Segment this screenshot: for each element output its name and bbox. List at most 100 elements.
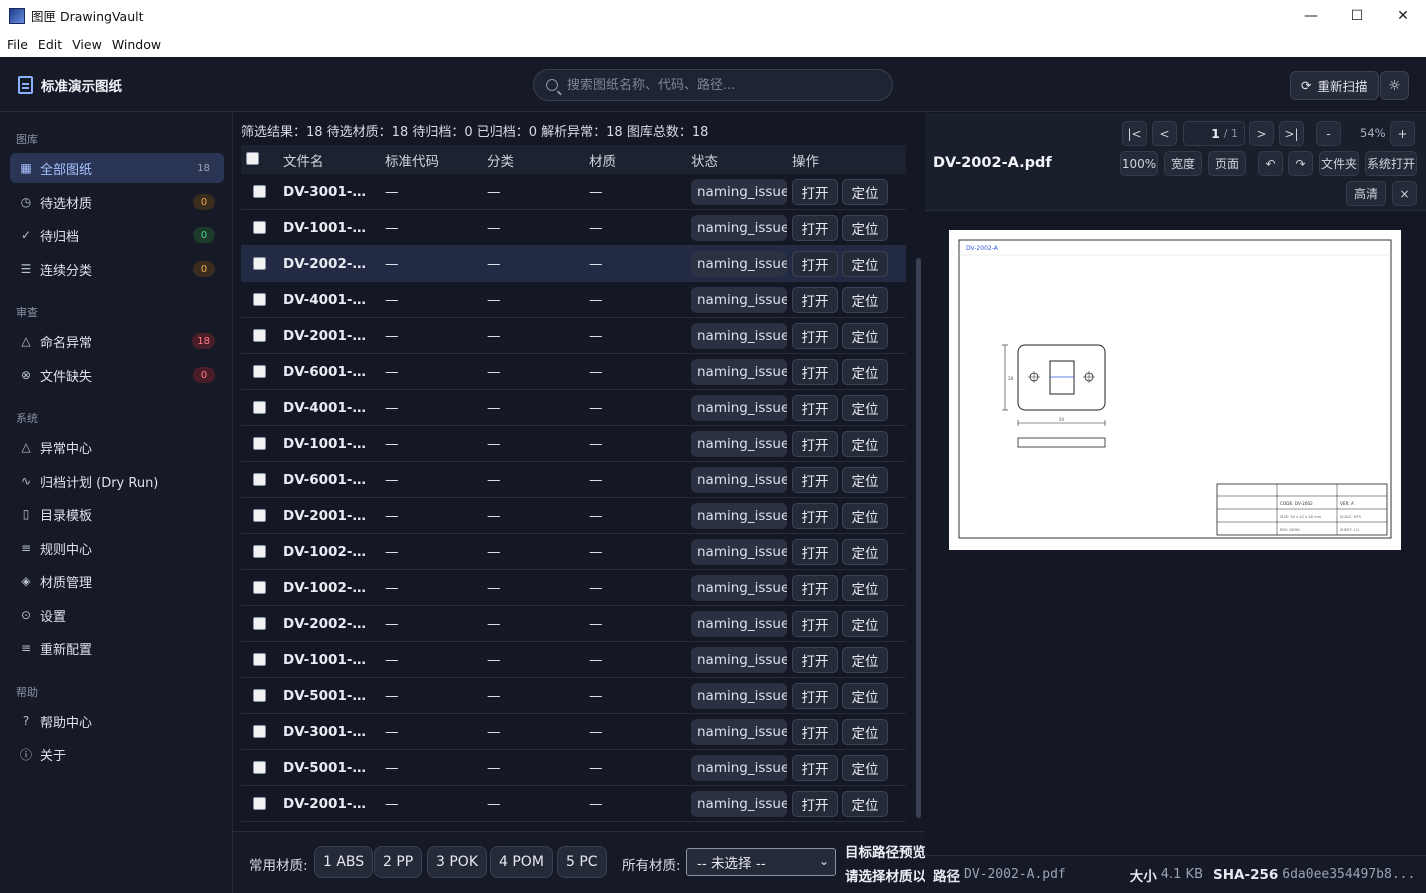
locate-button[interactable]: 定位 xyxy=(842,790,888,817)
menu-edit[interactable]: Edit xyxy=(38,35,62,54)
table-row[interactable]: DV-3001-A.pdf — — — naming_issue打开定位 xyxy=(241,174,906,210)
open-button[interactable]: 打开 xyxy=(792,358,838,385)
table-row[interactable]: DV-2002-B.pdf — — — naming_issue打开定位 xyxy=(241,606,906,642)
table-row[interactable]: DV-5001-A.pdf — — — naming_issue打开定位 xyxy=(241,678,906,714)
row-checkbox[interactable] xyxy=(253,437,266,450)
open-button[interactable]: 打开 xyxy=(792,646,838,673)
row-checkbox[interactable] xyxy=(253,797,266,810)
table-row[interactable]: DV-6001-A.pdf — — — naming_issue打开定位 xyxy=(241,462,906,498)
close-window-button[interactable]: ✕ xyxy=(1380,0,1426,31)
locate-button[interactable]: 定位 xyxy=(842,502,888,529)
open-button[interactable]: 打开 xyxy=(792,718,838,745)
sidebar-item[interactable]: ◈ 材质管理 xyxy=(10,566,224,596)
table-row[interactable]: DV-3001-B.pdf — — — naming_issue打开定位 xyxy=(241,714,906,750)
table-row[interactable]: DV-5001-B.pdf — — — naming_issue打开定位 xyxy=(241,750,906,786)
minimize-button[interactable]: — xyxy=(1288,0,1334,31)
open-button[interactable]: 打开 xyxy=(792,682,838,709)
zoom-out-button[interactable]: - xyxy=(1316,121,1341,146)
table-row[interactable]: DV-1001-C.pdf — — — naming_issue打开定位 xyxy=(241,642,906,678)
open-button[interactable]: 打开 xyxy=(792,394,838,421)
row-checkbox[interactable] xyxy=(253,329,266,342)
fit-100-button[interactable]: 100% xyxy=(1120,151,1158,176)
open-button[interactable]: 打开 xyxy=(792,178,838,205)
table-row[interactable]: DV-4001-A.pdf — — — naming_issue打开定位 xyxy=(241,390,906,426)
fit-page-button[interactable]: 页面 xyxy=(1208,151,1246,176)
table-scrollbar[interactable] xyxy=(916,258,921,818)
table-row[interactable]: DV-2002-A.pdf — — — naming_issue打开定位 xyxy=(241,246,906,282)
last-page-button[interactable]: >| xyxy=(1279,121,1304,146)
col-material[interactable]: 材质 xyxy=(589,150,616,170)
table-row[interactable]: DV-6001-B.pdf — — — naming_issue打开定位 xyxy=(241,354,906,390)
row-checkbox[interactable] xyxy=(253,401,266,414)
locate-button[interactable]: 定位 xyxy=(842,250,888,277)
select-all-checkbox[interactable] xyxy=(246,152,259,165)
sidebar-item[interactable]: ≡ 重新配置 xyxy=(10,633,224,663)
maximize-button[interactable]: ☐ xyxy=(1334,0,1380,31)
row-checkbox[interactable] xyxy=(253,617,266,630)
open-button[interactable]: 打开 xyxy=(792,790,838,817)
locate-button[interactable]: 定位 xyxy=(842,646,888,673)
sidebar-item[interactable]: ⊗ 文件缺失 0 xyxy=(10,360,224,390)
locate-button[interactable]: 定位 xyxy=(842,322,888,349)
search-input[interactable] xyxy=(567,77,867,93)
locate-button[interactable]: 定位 xyxy=(842,430,888,457)
rescan-button[interactable]: ⟳ 重新扫描 xyxy=(1290,71,1379,100)
table-row[interactable]: DV-2001-C.pdf — — — naming_issue打开定位 xyxy=(241,498,906,534)
next-page-button[interactable]: > xyxy=(1249,121,1274,146)
open-button[interactable]: 打开 xyxy=(792,466,838,493)
open-button[interactable]: 打开 xyxy=(792,610,838,637)
locate-button[interactable]: 定位 xyxy=(842,214,888,241)
material-pp-button[interactable]: 2 PP xyxy=(374,846,423,878)
col-status[interactable]: 状态 xyxy=(691,150,718,170)
table-row[interactable]: DV-1002-A.pdf — — — naming_issue打开定位 xyxy=(241,570,906,606)
drawing-sheet[interactable]: DV-2002-A 28 50 CODE: DV-2002 VER: A SIZ… xyxy=(949,230,1401,550)
menu-view[interactable]: View xyxy=(72,35,102,54)
rotate-left-button[interactable]: ↶ xyxy=(1258,151,1283,176)
locate-button[interactable]: 定位 xyxy=(842,610,888,637)
system-open-button[interactable]: 系统打开 xyxy=(1365,151,1417,176)
sidebar-item[interactable]: ∿ 归档计划 (Dry Run) xyxy=(10,466,224,496)
locate-button[interactable]: 定位 xyxy=(842,754,888,781)
row-checkbox[interactable] xyxy=(253,653,266,666)
material-abs-button[interactable]: 1 ABS xyxy=(314,846,374,878)
open-button[interactable]: 打开 xyxy=(792,430,838,457)
open-button[interactable]: 打开 xyxy=(792,502,838,529)
locate-button[interactable]: 定位 xyxy=(842,286,888,313)
sidebar-item[interactable]: △ 命名异常 18 xyxy=(10,326,224,356)
table-row[interactable]: DV-1001-A.pdf — — — naming_issue打开定位 xyxy=(241,210,906,246)
col-category[interactable]: 分类 xyxy=(487,150,514,170)
sidebar-item[interactable]: ☰ 连续分类 0 xyxy=(10,254,224,284)
table-row[interactable]: DV-1001-B.pdf — — — naming_issue打开定位 xyxy=(241,426,906,462)
row-checkbox[interactable] xyxy=(253,545,266,558)
open-button[interactable]: 打开 xyxy=(792,574,838,601)
menu-file[interactable]: File xyxy=(7,35,28,54)
row-checkbox[interactable] xyxy=(253,689,266,702)
material-pc-button[interactable]: 5 PC xyxy=(557,846,607,878)
locate-button[interactable]: 定位 xyxy=(842,682,888,709)
row-checkbox[interactable] xyxy=(253,221,266,234)
sidebar-item[interactable]: △ 异常中心 xyxy=(10,432,224,462)
page-indicator[interactable]: 1 / 1 xyxy=(1183,121,1245,146)
close-preview-button[interactable]: × xyxy=(1392,181,1417,206)
col-filename[interactable]: 文件名 xyxy=(283,150,324,170)
sidebar-item[interactable]: ⓘ 关于 xyxy=(10,739,224,769)
table-row[interactable]: DV-2001-A.pdf — — — naming_issue打开定位 xyxy=(241,318,906,354)
open-folder-button[interactable]: 文件夹 xyxy=(1319,151,1359,176)
locate-button[interactable]: 定位 xyxy=(842,466,888,493)
prev-page-button[interactable]: < xyxy=(1152,121,1177,146)
material-select[interactable]: -- 未选择 -- ⌄ xyxy=(686,848,836,876)
sidebar-item[interactable]: ▯ 目录模板 xyxy=(10,499,224,529)
sidebar-item[interactable]: ? 帮助中心 xyxy=(10,706,224,736)
material-pok-button[interactable]: 3 POK xyxy=(427,846,487,878)
fit-width-button[interactable]: 宽度 xyxy=(1164,151,1202,176)
menu-window[interactable]: Window xyxy=(112,35,161,54)
search-box[interactable] xyxy=(533,69,893,101)
table-row[interactable]: DV-4001-B.pdf — — — naming_issue打开定位 xyxy=(241,282,906,318)
locate-button[interactable]: 定位 xyxy=(842,574,888,601)
row-checkbox[interactable] xyxy=(253,473,266,486)
open-button[interactable]: 打开 xyxy=(792,214,838,241)
open-button[interactable]: 打开 xyxy=(792,538,838,565)
row-checkbox[interactable] xyxy=(253,257,266,270)
first-page-button[interactable]: |< xyxy=(1122,121,1147,146)
sidebar-item[interactable]: ✓ 待归档 0 xyxy=(10,220,224,250)
